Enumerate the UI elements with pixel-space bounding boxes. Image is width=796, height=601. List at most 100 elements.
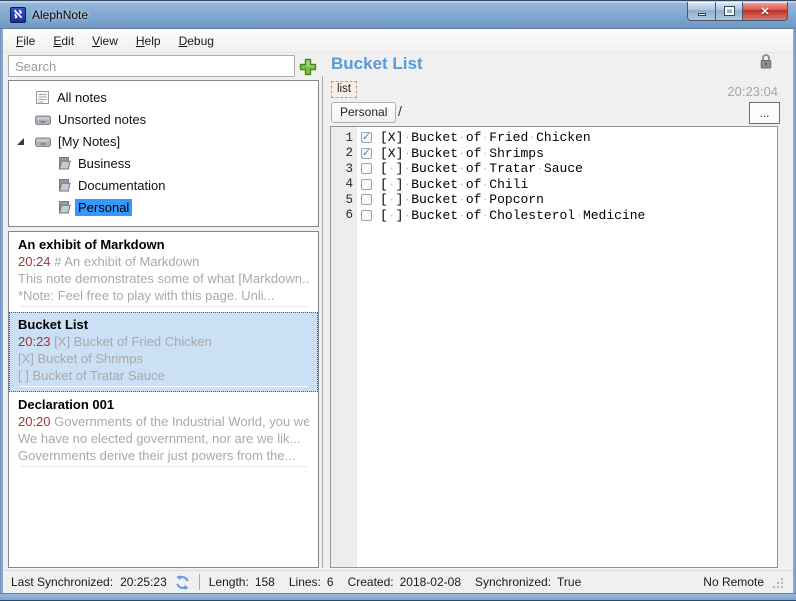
note-item-preview: [ ] Bucket of Tratar Sauce <box>18 367 309 384</box>
folder-icon <box>57 156 71 171</box>
todo-checkbox[interactable] <box>361 132 372 143</box>
note-item-divider <box>20 466 307 467</box>
note-item-preview: *Note: Feel free to play with this page.… <box>18 287 309 304</box>
line-number: 4 <box>331 177 353 191</box>
menu-item-file[interactable]: File <box>8 31 43 51</box>
last-sync-label: Last Synchronized: <box>11 575 113 589</box>
todo-checkbox[interactable] <box>361 148 372 159</box>
resize-grip[interactable] <box>772 576 785 589</box>
folder-icon <box>57 178 71 193</box>
minimize-button[interactable] <box>687 2 716 21</box>
add-note-button[interactable] <box>297 56 318 77</box>
statusbar-field: Length:158 <box>209 575 275 589</box>
padlock-icon[interactable] <box>759 53 773 75</box>
note-item-divider <box>20 386 307 387</box>
plus-icon <box>298 57 318 77</box>
tree-item-label: Unsorted notes <box>55 111 149 128</box>
note-list-item[interactable]: Declaration 00120:20 Governments of the … <box>9 392 318 472</box>
note-item-preview: We have no elected government, nor are w… <box>18 430 309 447</box>
tree-item-label: Personal <box>75 199 132 216</box>
tree-item-label: Business <box>75 155 134 172</box>
note-list-item[interactable]: Bucket List20:23 [X] Bucket of Fried Chi… <box>9 312 318 392</box>
statusbar-field: Lines:6 <box>289 575 334 589</box>
folder-tree[interactable]: All notes Unsorted notes [My Notes] Busines… <box>8 80 319 227</box>
expander-expanded-icon[interactable] <box>16 137 26 146</box>
tree-item-label: All notes <box>54 89 110 106</box>
editor-line-text[interactable]: [·]·Bucket·of·Tratar·Sauce <box>380 161 583 176</box>
window-border-left <box>0 28 3 601</box>
close-icon: ✕ <box>760 5 769 18</box>
editor-line[interactable]: 4 [·]·Bucket·of·Chili <box>331 177 777 193</box>
editor-line-text[interactable]: [·]·Bucket·of·Cholesterol·Medicine <box>380 208 645 223</box>
statusbar-field: Created:2018-02-08 <box>348 575 461 589</box>
note-list-item[interactable]: An exhibit of Markdown20:24 # An exhibit… <box>9 232 318 312</box>
note-item-time: 20:24 <box>18 254 51 269</box>
tree-item-unsorted-notes[interactable]: Unsorted notes <box>9 108 318 130</box>
menu-item-edit[interactable]: Edit <box>45 31 82 51</box>
editor-lines: 1[X]·Bucket·of·Fried·Chicken2 [X]·Bucket·… <box>331 130 777 223</box>
editor-line-text[interactable]: [·]·Bucket·of·Popcorn <box>380 192 544 207</box>
editor-line[interactable]: 6 [·]·Bucket·of·Cholesterol·Medicine <box>331 208 777 224</box>
menu-item-help[interactable]: Help <box>128 31 169 51</box>
folder-icon <box>57 200 71 215</box>
panel-splitter[interactable] <box>322 76 323 568</box>
maximize-button[interactable] <box>715 2 743 21</box>
editor-line[interactable]: 5 [·]·Bucket·of·Popcorn <box>331 192 777 208</box>
note-item-preview: [X] Bucket of Shrimps <box>18 350 309 367</box>
note-item-preview: 20:24 # An exhibit of Markdown <box>18 253 309 270</box>
note-editor[interactable]: 1[X]·Bucket·of·Fried·Chicken2 [X]·Bucket·… <box>330 126 778 568</box>
menu-item-view[interactable]: View <box>84 31 126 51</box>
todo-checkbox[interactable] <box>361 210 372 221</box>
tree-item--my-notes-[interactable]: [My Notes] <box>9 130 318 152</box>
editor-line[interactable]: 3[·]·Bucket·of·Tratar·Sauce <box>331 161 777 177</box>
window-border-bottom <box>0 593 796 601</box>
drawer-icon <box>35 135 51 148</box>
breadcrumb-folder-chip[interactable]: Personal <box>331 102 396 123</box>
note-item-title: An exhibit of Markdown <box>18 236 309 253</box>
notes-icon <box>35 90 50 105</box>
note-item-time: 20:20 <box>18 414 51 429</box>
close-button[interactable]: ✕ <box>742 2 788 21</box>
line-number: 2 <box>331 146 353 160</box>
more-options-button[interactable]: ... <box>749 102 780 124</box>
sync-arrows-icon[interactable] <box>175 575 190 590</box>
editor-line-text[interactable]: [X]·Bucket·of·Fried·Chicken <box>380 130 591 145</box>
note-item-preview: This note demonstrates some of what [Mar… <box>18 270 309 287</box>
title-bar[interactable]: ℵ AlephNote ✕ <box>0 0 796 29</box>
menu-item-debug[interactable]: Debug <box>171 31 222 51</box>
line-number: 6 <box>331 208 353 222</box>
tag-chip[interactable]: list <box>331 81 357 98</box>
editor-line[interactable]: 2 [X]·Bucket·of·Shrimps <box>331 146 777 162</box>
line-number: 5 <box>331 193 353 207</box>
note-title: Bucket List <box>331 54 423 74</box>
window-controls: ✕ <box>688 2 788 21</box>
minimize-icon <box>698 13 706 16</box>
notes-list[interactable]: An exhibit of Markdown20:24 # An exhibit… <box>8 231 319 568</box>
alephnote-window: ℵ AlephNote ✕ FileEditViewHelpDebug All … <box>0 0 796 601</box>
statusbar-fields: Length:158Lines:6Created:2018-02-08Synch… <box>209 575 596 589</box>
tree-item-documentation[interactable]: Documentation <box>9 174 318 196</box>
editor-line-text[interactable]: [X]·Bucket·of·Shrimps <box>380 146 544 161</box>
remote-status: No Remote <box>703 575 764 589</box>
tree-item-business[interactable]: Business <box>9 152 318 174</box>
note-item-time: 20:23 <box>18 334 51 349</box>
tree-item-label: Documentation <box>75 177 168 194</box>
status-bar: Last Synchronized: 20:25:23 Length:158Li… <box>3 570 793 593</box>
todo-checkbox[interactable] <box>361 194 372 205</box>
note-item-divider <box>20 306 307 307</box>
menu-bar: FileEditViewHelpDebug <box>3 29 793 53</box>
window-title: AlephNote <box>32 8 88 22</box>
tree-item-personal[interactable]: Personal <box>9 196 318 218</box>
note-item-preview: 20:23 [X] Bucket of Fried Chicken <box>18 333 309 350</box>
note-item-title: Bucket List <box>18 316 309 333</box>
drawer-icon <box>35 113 51 126</box>
todo-checkbox[interactable] <box>361 179 372 190</box>
statusbar-separator <box>199 574 200 590</box>
search-input[interactable] <box>8 55 295 77</box>
note-item-preview: 20:20 Governments of the Industrial Worl… <box>18 413 309 430</box>
editor-line-text[interactable]: [·]·Bucket·of·Chili <box>380 177 528 192</box>
todo-checkbox[interactable] <box>361 163 372 174</box>
editor-line[interactable]: 1[X]·Bucket·of·Fried·Chicken <box>331 130 777 146</box>
tree-item-label: [My Notes] <box>55 133 123 150</box>
tree-item-all-notes[interactable]: All notes <box>9 86 318 108</box>
